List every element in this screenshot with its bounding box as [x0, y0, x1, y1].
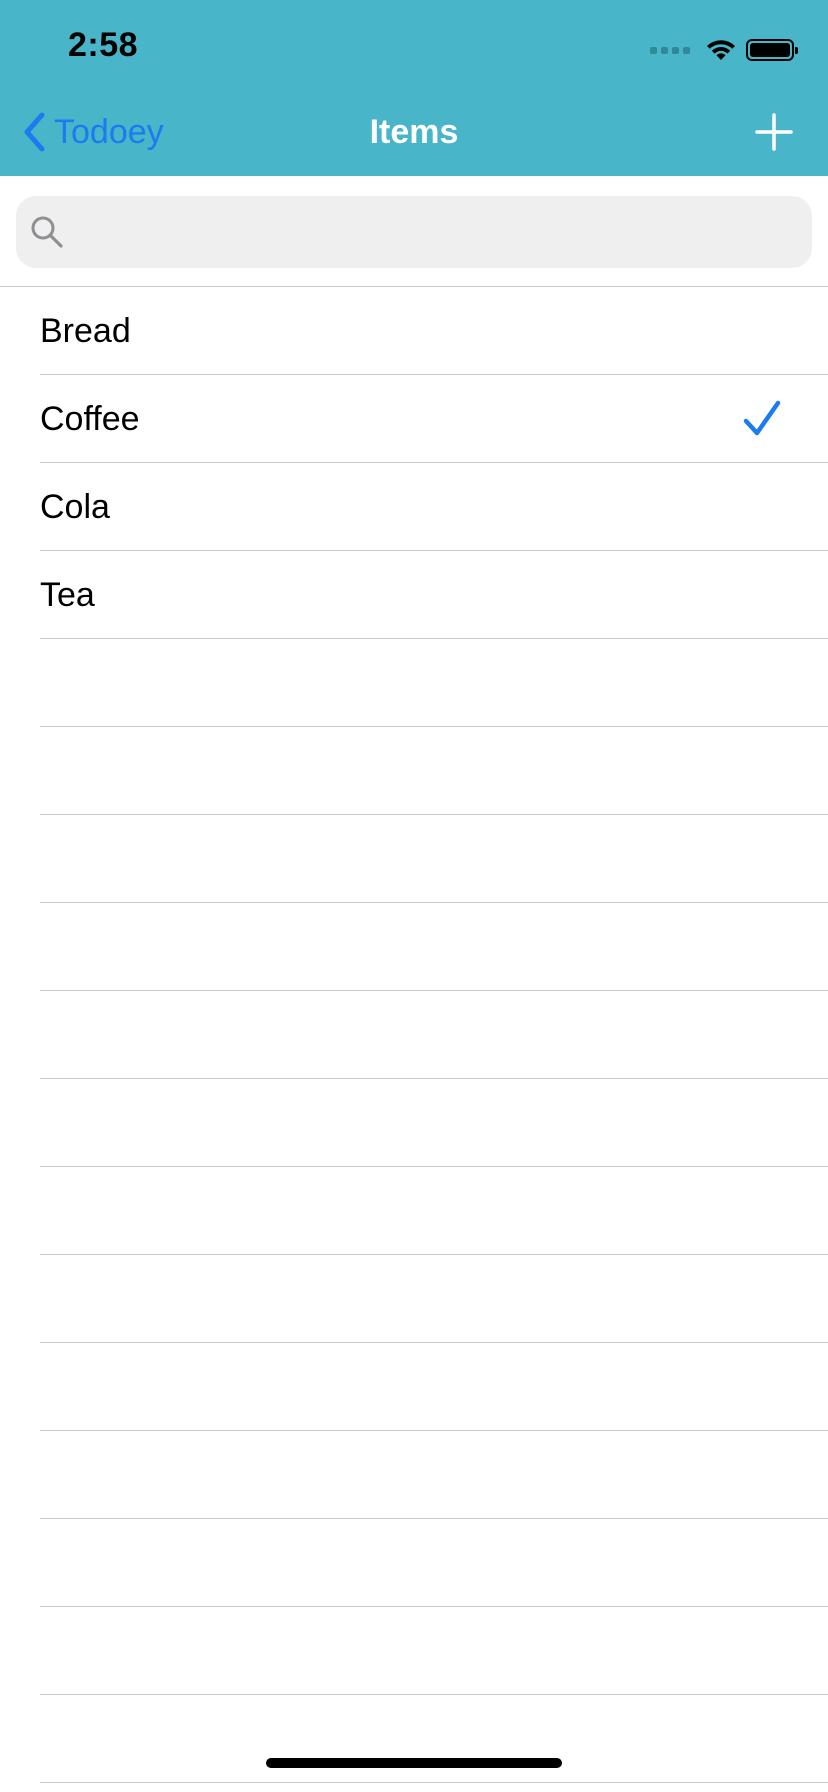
table-row[interactable]: Coffee	[0, 375, 828, 463]
table-row[interactable]	[0, 815, 828, 903]
status-indicators	[650, 34, 798, 66]
status-time: 2:58	[68, 26, 139, 64]
table-row[interactable]	[0, 1431, 828, 1519]
table-row[interactable]: Cola	[0, 463, 828, 551]
row-label: Bread	[40, 312, 131, 350]
chevron-left-icon	[24, 112, 45, 152]
checkmark-icon	[742, 399, 782, 439]
row-label: Cola	[40, 488, 110, 526]
wifi-icon	[707, 40, 735, 60]
add-item-button[interactable]	[750, 108, 798, 156]
navigation-header: 2:58 Todoey Items	[0, 0, 828, 176]
table-row[interactable]	[0, 1255, 828, 1343]
row-label: Tea	[40, 576, 95, 614]
table-row[interactable]	[0, 1343, 828, 1431]
table-row[interactable]	[0, 1079, 828, 1167]
search-bar	[0, 176, 828, 287]
plus-icon	[755, 113, 793, 151]
cellular-signal-icon	[650, 46, 690, 54]
battery-icon	[746, 39, 798, 61]
back-button-label: Todoey	[54, 112, 164, 151]
table-row[interactable]	[0, 1607, 828, 1695]
table-row[interactable]	[0, 1167, 828, 1255]
search-field[interactable]	[16, 196, 812, 268]
table-row[interactable]: Bread	[0, 287, 828, 375]
table-row[interactable]	[0, 903, 828, 991]
home-indicator	[266, 1758, 562, 1768]
row-label: Coffee	[40, 400, 140, 438]
table-row[interactable]	[0, 1695, 828, 1783]
table-row[interactable]	[0, 991, 828, 1079]
items-table: Bread Coffee Cola Tea	[0, 287, 828, 1783]
table-row[interactable]: Tea	[0, 551, 828, 639]
search-icon	[31, 216, 63, 248]
back-button[interactable]: Todoey	[22, 108, 164, 156]
search-input[interactable]	[76, 212, 780, 252]
table-row[interactable]	[0, 639, 828, 727]
table-row[interactable]	[0, 1519, 828, 1607]
table-row[interactable]	[0, 727, 828, 815]
